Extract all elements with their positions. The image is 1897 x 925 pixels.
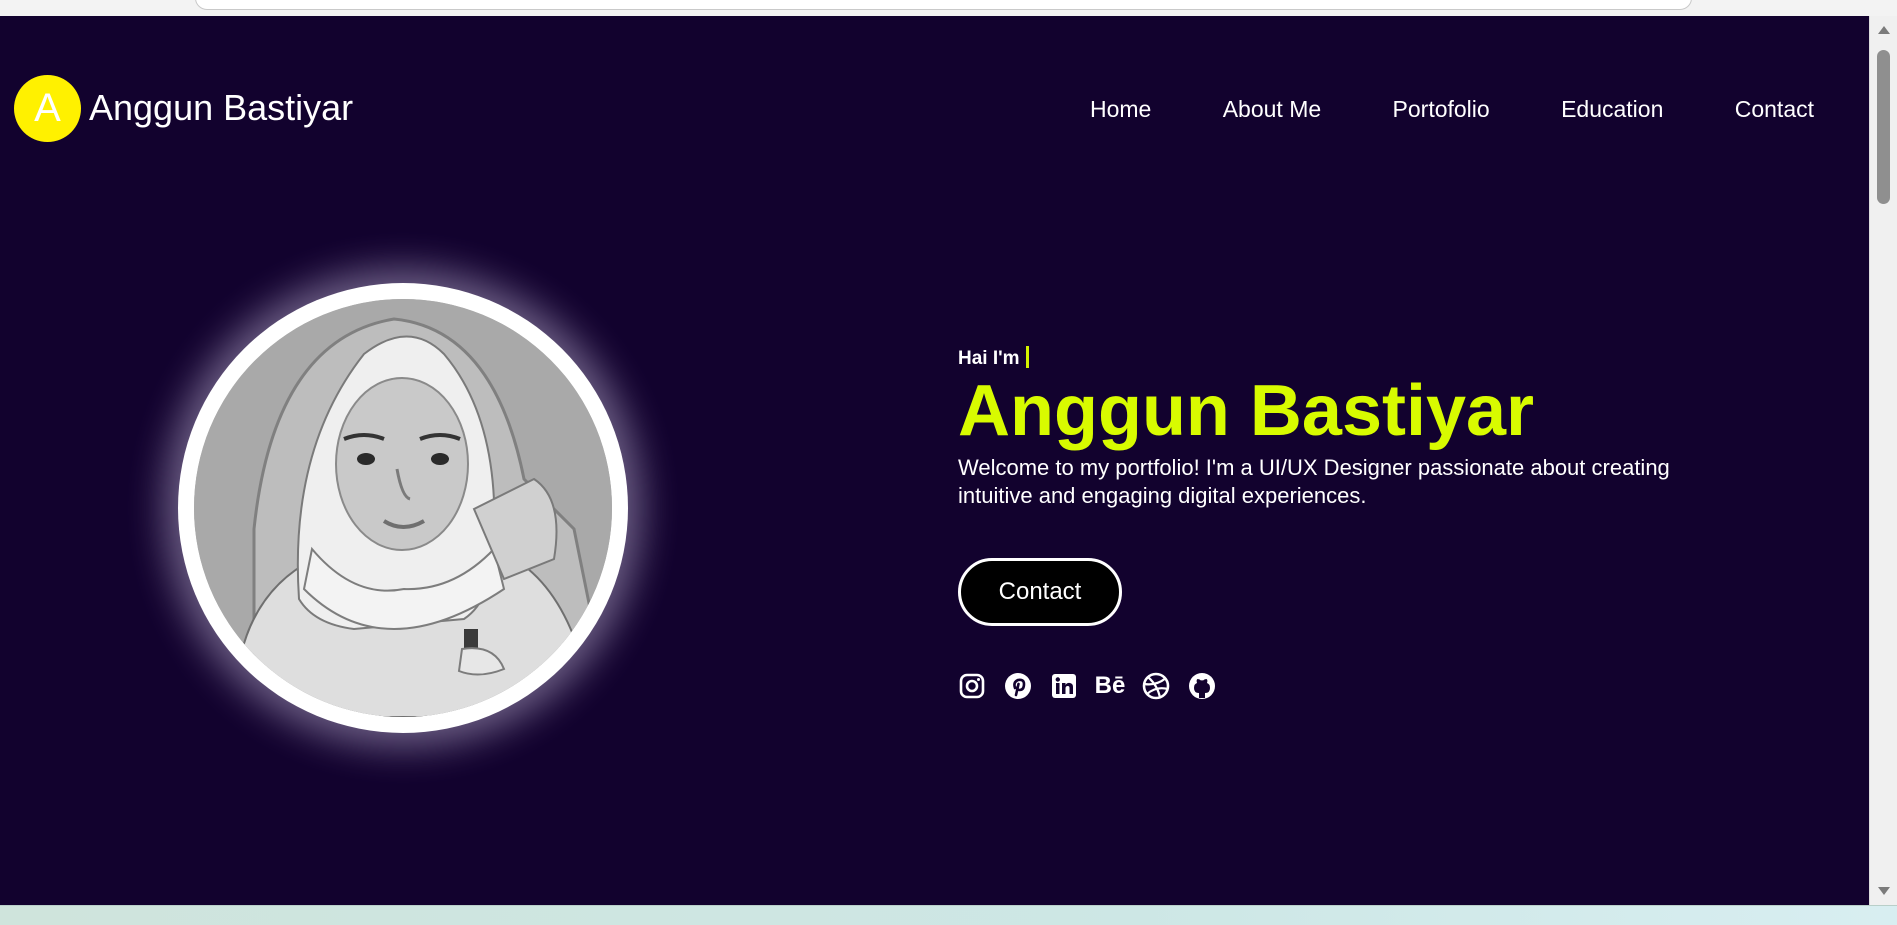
hero-section: Hai I'm Anggun Bastiyar Welcome to my po…	[958, 346, 1678, 700]
nav-education[interactable]: Education	[1561, 96, 1663, 123]
contact-button[interactable]: Contact	[958, 558, 1122, 626]
os-taskbar	[0, 905, 1897, 925]
profile-photo-frame	[178, 283, 628, 733]
nav-home[interactable]: Home	[1090, 96, 1151, 123]
nav-about-me[interactable]: About Me	[1223, 96, 1321, 123]
greeting-text: Hai I'm	[958, 348, 1020, 369]
nav-contact[interactable]: Contact	[1735, 96, 1814, 123]
main-nav: Home About Me Portofolio Education Conta…	[1090, 96, 1814, 123]
social-links: Bē	[958, 672, 1216, 700]
dribbble-icon[interactable]	[1142, 672, 1170, 700]
instagram-icon[interactable]	[958, 672, 986, 700]
hero-name: Anggun Bastiyar	[958, 371, 1535, 451]
pinterest-icon[interactable]	[1004, 672, 1032, 700]
logo-letter: A	[34, 86, 61, 130]
scrollbar-thumb[interactable]	[1877, 50, 1890, 204]
vertical-scrollbar[interactable]	[1869, 16, 1897, 905]
scroll-up-arrow-icon[interactable]	[1878, 26, 1890, 34]
linkedin-icon[interactable]	[1050, 672, 1078, 700]
hero-greeting: Hai I'm	[958, 346, 1678, 370]
profile-photo	[194, 299, 612, 717]
behance-icon[interactable]: Bē	[1095, 672, 1126, 700]
browser-toolbar	[0, 0, 1897, 16]
logo-badge[interactable]: A	[14, 75, 81, 142]
portrait-illustration	[194, 299, 612, 717]
hero-description: Welcome to my portfolio! I'm a UI/UX Des…	[958, 455, 1670, 508]
typing-caret	[1025, 346, 1029, 368]
address-bar[interactable]	[195, 0, 1692, 10]
brand-name[interactable]: Anggun Bastiyar	[89, 87, 353, 129]
github-icon[interactable]	[1188, 672, 1216, 700]
nav-portofolio[interactable]: Portofolio	[1393, 96, 1490, 123]
page-viewport: A Anggun Bastiyar Home About Me Portofol…	[0, 16, 1869, 905]
scroll-down-arrow-icon[interactable]	[1878, 887, 1890, 895]
